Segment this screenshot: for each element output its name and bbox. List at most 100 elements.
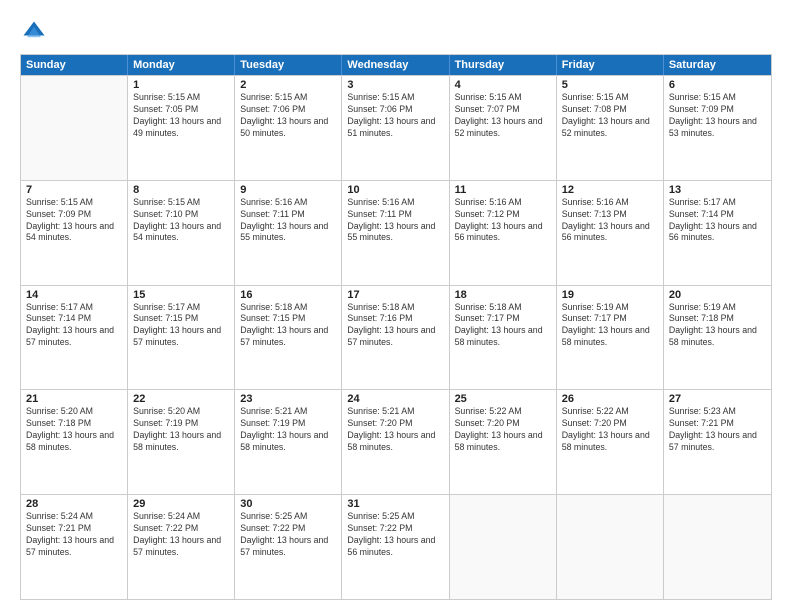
day-number: 9 xyxy=(240,184,336,196)
day-number: 29 xyxy=(133,498,229,510)
day-info: Sunrise: 5:25 AMSunset: 7:22 PMDaylight:… xyxy=(347,511,443,559)
cal-cell-w1-d3: 2Sunrise: 5:15 AMSunset: 7:06 PMDaylight… xyxy=(235,76,342,180)
calendar-header-row: SundayMondayTuesdayWednesdayThursdayFrid… xyxy=(21,55,771,75)
cal-header-wednesday: Wednesday xyxy=(342,55,449,75)
cal-cell-w1-d1 xyxy=(21,76,128,180)
day-number: 25 xyxy=(455,393,551,405)
day-number: 3 xyxy=(347,79,443,91)
day-number: 24 xyxy=(347,393,443,405)
cal-header-monday: Monday xyxy=(128,55,235,75)
cal-week-2: 7Sunrise: 5:15 AMSunset: 7:09 PMDaylight… xyxy=(21,180,771,285)
cal-header-thursday: Thursday xyxy=(450,55,557,75)
day-info: Sunrise: 5:18 AMSunset: 7:17 PMDaylight:… xyxy=(455,302,551,350)
cal-cell-w2-d1: 7Sunrise: 5:15 AMSunset: 7:09 PMDaylight… xyxy=(21,181,128,285)
day-number: 20 xyxy=(669,289,766,301)
cal-cell-w2-d3: 9Sunrise: 5:16 AMSunset: 7:11 PMDaylight… xyxy=(235,181,342,285)
day-info: Sunrise: 5:16 AMSunset: 7:11 PMDaylight:… xyxy=(347,197,443,245)
day-number: 10 xyxy=(347,184,443,196)
cal-cell-w1-d4: 3Sunrise: 5:15 AMSunset: 7:06 PMDaylight… xyxy=(342,76,449,180)
day-number: 1 xyxy=(133,79,229,91)
cal-cell-w3-d1: 14Sunrise: 5:17 AMSunset: 7:14 PMDayligh… xyxy=(21,286,128,390)
day-number: 8 xyxy=(133,184,229,196)
day-number: 5 xyxy=(562,79,658,91)
day-number: 2 xyxy=(240,79,336,91)
cal-header-tuesday: Tuesday xyxy=(235,55,342,75)
cal-cell-w1-d5: 4Sunrise: 5:15 AMSunset: 7:07 PMDaylight… xyxy=(450,76,557,180)
day-number: 19 xyxy=(562,289,658,301)
calendar: SundayMondayTuesdayWednesdayThursdayFrid… xyxy=(20,54,772,600)
day-number: 22 xyxy=(133,393,229,405)
cal-header-saturday: Saturday xyxy=(664,55,771,75)
day-number: 23 xyxy=(240,393,336,405)
day-number: 12 xyxy=(562,184,658,196)
logo xyxy=(20,18,52,46)
day-info: Sunrise: 5:16 AMSunset: 7:13 PMDaylight:… xyxy=(562,197,658,245)
day-info: Sunrise: 5:15 AMSunset: 7:06 PMDaylight:… xyxy=(347,92,443,140)
day-number: 7 xyxy=(26,184,122,196)
logo-icon xyxy=(20,18,48,46)
day-info: Sunrise: 5:21 AMSunset: 7:20 PMDaylight:… xyxy=(347,406,443,454)
cal-cell-w2-d6: 12Sunrise: 5:16 AMSunset: 7:13 PMDayligh… xyxy=(557,181,664,285)
cal-header-sunday: Sunday xyxy=(21,55,128,75)
day-number: 4 xyxy=(455,79,551,91)
cal-cell-w5-d4: 31Sunrise: 5:25 AMSunset: 7:22 PMDayligh… xyxy=(342,495,449,599)
cal-cell-w1-d7: 6Sunrise: 5:15 AMSunset: 7:09 PMDaylight… xyxy=(664,76,771,180)
day-info: Sunrise: 5:17 AMSunset: 7:14 PMDaylight:… xyxy=(669,197,766,245)
page: SundayMondayTuesdayWednesdayThursdayFrid… xyxy=(0,0,792,612)
cal-cell-w1-d2: 1Sunrise: 5:15 AMSunset: 7:05 PMDaylight… xyxy=(128,76,235,180)
cal-cell-w2-d4: 10Sunrise: 5:16 AMSunset: 7:11 PMDayligh… xyxy=(342,181,449,285)
cal-cell-w4-d2: 22Sunrise: 5:20 AMSunset: 7:19 PMDayligh… xyxy=(128,390,235,494)
cal-cell-w5-d2: 29Sunrise: 5:24 AMSunset: 7:22 PMDayligh… xyxy=(128,495,235,599)
cal-cell-w5-d5 xyxy=(450,495,557,599)
cal-cell-w4-d6: 26Sunrise: 5:22 AMSunset: 7:20 PMDayligh… xyxy=(557,390,664,494)
day-number: 6 xyxy=(669,79,766,91)
cal-header-friday: Friday xyxy=(557,55,664,75)
cal-cell-w4-d4: 24Sunrise: 5:21 AMSunset: 7:20 PMDayligh… xyxy=(342,390,449,494)
cal-cell-w4-d1: 21Sunrise: 5:20 AMSunset: 7:18 PMDayligh… xyxy=(21,390,128,494)
cal-cell-w3-d6: 19Sunrise: 5:19 AMSunset: 7:17 PMDayligh… xyxy=(557,286,664,390)
day-number: 18 xyxy=(455,289,551,301)
day-info: Sunrise: 5:15 AMSunset: 7:05 PMDaylight:… xyxy=(133,92,229,140)
day-info: Sunrise: 5:16 AMSunset: 7:11 PMDaylight:… xyxy=(240,197,336,245)
cal-cell-w3-d7: 20Sunrise: 5:19 AMSunset: 7:18 PMDayligh… xyxy=(664,286,771,390)
day-info: Sunrise: 5:20 AMSunset: 7:19 PMDaylight:… xyxy=(133,406,229,454)
day-info: Sunrise: 5:23 AMSunset: 7:21 PMDaylight:… xyxy=(669,406,766,454)
day-number: 15 xyxy=(133,289,229,301)
cal-cell-w3-d5: 18Sunrise: 5:18 AMSunset: 7:17 PMDayligh… xyxy=(450,286,557,390)
cal-week-4: 21Sunrise: 5:20 AMSunset: 7:18 PMDayligh… xyxy=(21,389,771,494)
day-info: Sunrise: 5:15 AMSunset: 7:07 PMDaylight:… xyxy=(455,92,551,140)
day-info: Sunrise: 5:25 AMSunset: 7:22 PMDaylight:… xyxy=(240,511,336,559)
day-number: 21 xyxy=(26,393,122,405)
day-number: 27 xyxy=(669,393,766,405)
day-info: Sunrise: 5:17 AMSunset: 7:14 PMDaylight:… xyxy=(26,302,122,350)
day-info: Sunrise: 5:18 AMSunset: 7:16 PMDaylight:… xyxy=(347,302,443,350)
cal-cell-w4-d7: 27Sunrise: 5:23 AMSunset: 7:21 PMDayligh… xyxy=(664,390,771,494)
cal-cell-w5-d1: 28Sunrise: 5:24 AMSunset: 7:21 PMDayligh… xyxy=(21,495,128,599)
day-number: 11 xyxy=(455,184,551,196)
cal-cell-w3-d2: 15Sunrise: 5:17 AMSunset: 7:15 PMDayligh… xyxy=(128,286,235,390)
day-number: 14 xyxy=(26,289,122,301)
day-info: Sunrise: 5:15 AMSunset: 7:09 PMDaylight:… xyxy=(669,92,766,140)
cal-cell-w5-d6 xyxy=(557,495,664,599)
day-info: Sunrise: 5:24 AMSunset: 7:21 PMDaylight:… xyxy=(26,511,122,559)
cal-week-5: 28Sunrise: 5:24 AMSunset: 7:21 PMDayligh… xyxy=(21,494,771,599)
day-info: Sunrise: 5:15 AMSunset: 7:06 PMDaylight:… xyxy=(240,92,336,140)
day-info: Sunrise: 5:17 AMSunset: 7:15 PMDaylight:… xyxy=(133,302,229,350)
day-info: Sunrise: 5:16 AMSunset: 7:12 PMDaylight:… xyxy=(455,197,551,245)
day-number: 26 xyxy=(562,393,658,405)
cal-cell-w1-d6: 5Sunrise: 5:15 AMSunset: 7:08 PMDaylight… xyxy=(557,76,664,180)
cal-cell-w5-d3: 30Sunrise: 5:25 AMSunset: 7:22 PMDayligh… xyxy=(235,495,342,599)
calendar-body: 1Sunrise: 5:15 AMSunset: 7:05 PMDaylight… xyxy=(21,75,771,599)
day-info: Sunrise: 5:19 AMSunset: 7:17 PMDaylight:… xyxy=(562,302,658,350)
day-info: Sunrise: 5:15 AMSunset: 7:08 PMDaylight:… xyxy=(562,92,658,140)
cal-cell-w3-d3: 16Sunrise: 5:18 AMSunset: 7:15 PMDayligh… xyxy=(235,286,342,390)
day-info: Sunrise: 5:21 AMSunset: 7:19 PMDaylight:… xyxy=(240,406,336,454)
header xyxy=(20,18,772,46)
day-info: Sunrise: 5:22 AMSunset: 7:20 PMDaylight:… xyxy=(562,406,658,454)
cal-cell-w2-d5: 11Sunrise: 5:16 AMSunset: 7:12 PMDayligh… xyxy=(450,181,557,285)
day-info: Sunrise: 5:24 AMSunset: 7:22 PMDaylight:… xyxy=(133,511,229,559)
day-info: Sunrise: 5:20 AMSunset: 7:18 PMDaylight:… xyxy=(26,406,122,454)
day-number: 13 xyxy=(669,184,766,196)
cal-cell-w3-d4: 17Sunrise: 5:18 AMSunset: 7:16 PMDayligh… xyxy=(342,286,449,390)
cal-week-1: 1Sunrise: 5:15 AMSunset: 7:05 PMDaylight… xyxy=(21,75,771,180)
